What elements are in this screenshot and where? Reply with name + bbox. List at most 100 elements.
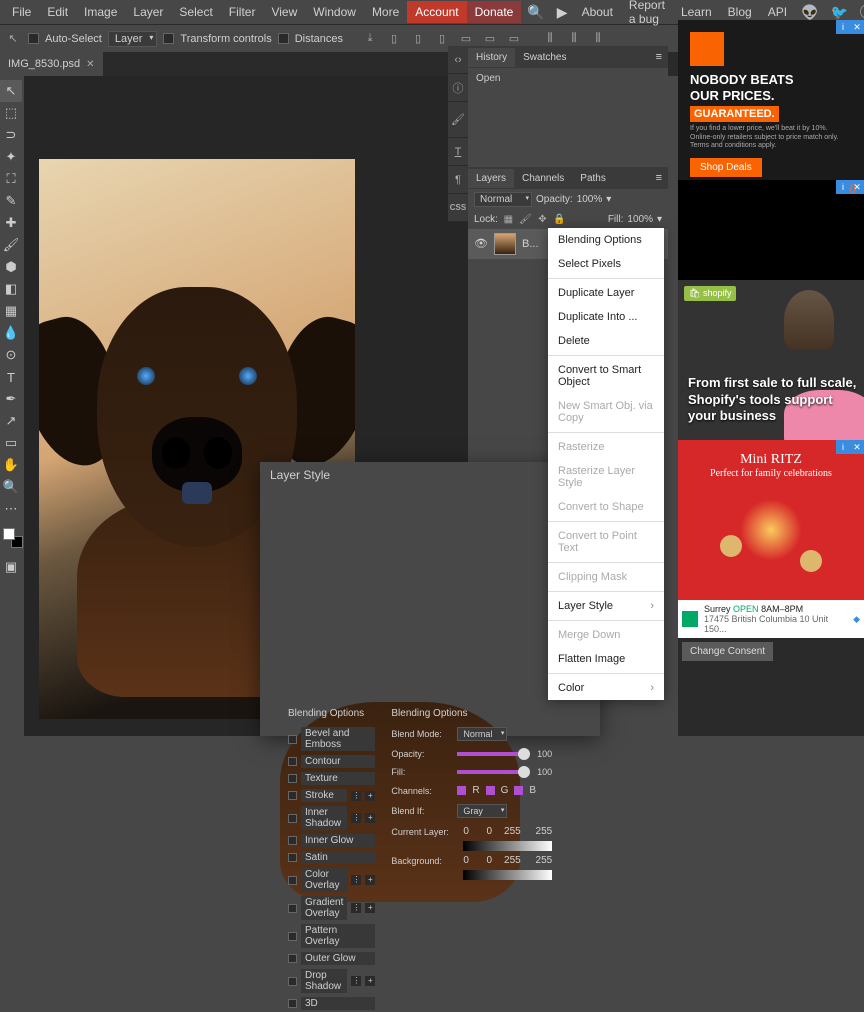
plus-icon[interactable]: + xyxy=(365,976,375,986)
ad-close-icon[interactable]: ✕ xyxy=(850,440,864,454)
layers-tab[interactable]: Layers xyxy=(468,169,514,188)
dodge-tool[interactable]: ⊙ xyxy=(0,344,22,366)
channels-tab[interactable]: Channels xyxy=(514,169,572,188)
align-top-icon[interactable]: ▭ xyxy=(457,30,475,48)
quickmask[interactable]: ▣ xyxy=(0,556,22,578)
menu-about[interactable]: About xyxy=(574,1,621,23)
align-hcenter-icon[interactable]: ▯ xyxy=(409,30,427,48)
panel-menu-icon[interactable]: ≡ xyxy=(650,51,668,63)
add-icon[interactable]: ⋮ xyxy=(351,903,361,913)
style-satin[interactable]: Satin xyxy=(288,849,375,866)
style-checkbox[interactable] xyxy=(288,853,297,862)
plus-icon[interactable]: + xyxy=(365,903,375,913)
ctx-delete[interactable]: Delete xyxy=(548,329,664,353)
history-item[interactable]: Open xyxy=(468,68,668,89)
ctx-flatten[interactable]: Flatten Image xyxy=(548,647,664,671)
style-checkbox[interactable] xyxy=(288,876,297,885)
info-panel-icon[interactable]: ⓘ xyxy=(448,74,468,102)
store-info[interactable]: Surrey OPEN 8AM–8PM 17475 British Columb… xyxy=(678,600,864,638)
autoselect-target[interactable]: Layer xyxy=(108,31,158,47)
opacity-slider[interactable] xyxy=(457,752,524,756)
fill-value[interactable]: 100% xyxy=(627,214,653,225)
lock-pos-icon[interactable]: ✥ xyxy=(536,213,549,226)
ctx-layer-style[interactable]: Layer Style xyxy=(548,594,664,618)
paths-tab[interactable]: Paths xyxy=(572,169,614,188)
align-icon[interactable]: ⤓ xyxy=(361,30,379,48)
menu-window[interactable]: Window xyxy=(305,1,364,23)
style-checkbox[interactable] xyxy=(288,774,297,783)
distribute-h-icon[interactable]: ⫼ xyxy=(541,30,559,48)
stamp-tool[interactable]: ⬢ xyxy=(0,256,22,278)
swatches-tab[interactable]: Swatches xyxy=(515,48,574,67)
ad-shopify[interactable]: 🛍 shopify From first sale to full scale,… xyxy=(678,280,864,440)
opacity-chevron-icon[interactable]: ▾ xyxy=(606,194,611,205)
blur-tool[interactable]: 💧 xyxy=(0,322,22,344)
style-texture[interactable]: Texture xyxy=(288,770,375,787)
character-panel-icon[interactable]: T xyxy=(448,138,468,166)
close-tab-icon[interactable]: ✕ xyxy=(86,59,94,70)
heal-tool[interactable]: ✚ xyxy=(0,212,22,234)
layer-thumbnail[interactable] xyxy=(494,233,516,255)
menu-select[interactable]: Select xyxy=(171,1,220,23)
style-list-header[interactable]: Blending Options xyxy=(288,708,375,719)
lock-trans-icon[interactable]: ▦ xyxy=(502,213,515,226)
path-tool[interactable]: ↗ xyxy=(0,410,22,432)
gradient-tool[interactable]: ▦ xyxy=(0,300,22,322)
menu-donate[interactable]: Donate xyxy=(467,1,522,23)
ad-ritz[interactable]: i✕ Mini RITZ Perfect for family celebrat… xyxy=(678,440,864,600)
wand-tool[interactable]: ✦ xyxy=(0,146,22,168)
menu-account[interactable]: Account xyxy=(407,1,466,23)
style-checkbox[interactable] xyxy=(288,904,297,913)
brush-tool[interactable]: 🖌 xyxy=(0,234,22,256)
blendif-select[interactable]: Gray xyxy=(457,804,507,818)
eyedropper-tool[interactable]: ✎ xyxy=(0,190,22,212)
ctx-select-pixels[interactable]: Select Pixels xyxy=(548,252,664,276)
style-contour[interactable]: Contour xyxy=(288,753,375,770)
distribute-v-icon[interactable]: ⫼ xyxy=(565,30,583,48)
style-gradient-overlay[interactable]: Gradient Overlay⋮+ xyxy=(288,894,375,922)
add-icon[interactable]: ⋮ xyxy=(351,976,361,986)
more-tools[interactable]: ⋯ xyxy=(0,498,22,520)
align-left-icon[interactable]: ▯ xyxy=(385,30,403,48)
style-outer-glow[interactable]: Outer Glow xyxy=(288,950,375,967)
play-icon[interactable]: ▶ xyxy=(551,0,574,25)
style-color-overlay[interactable]: Color Overlay⋮+ xyxy=(288,866,375,894)
style-stroke[interactable]: Stroke⋮+ xyxy=(288,787,375,804)
add-icon[interactable]: ⋮ xyxy=(351,875,361,885)
style-checkbox[interactable] xyxy=(288,999,297,1008)
align-bottom-icon[interactable]: ▭ xyxy=(505,30,523,48)
shop-button[interactable]: Shop Deals xyxy=(690,158,762,177)
style-checkbox[interactable] xyxy=(288,791,297,800)
transform-checkbox[interactable] xyxy=(163,33,174,44)
blend-mode-select[interactable]: Normal xyxy=(474,192,532,207)
menu-filter[interactable]: Filter xyxy=(221,1,264,23)
file-tab[interactable]: IMG_8530.psd ✕ xyxy=(0,52,103,76)
channel-g-check[interactable] xyxy=(486,786,495,795)
plus-icon[interactable]: + xyxy=(365,813,375,823)
blendmode-select[interactable]: Normal xyxy=(457,727,507,741)
css-panel-icon[interactable]: CSS xyxy=(448,194,468,222)
align-vcenter-icon[interactable]: ▭ xyxy=(481,30,499,48)
ad-info-icon[interactable]: i xyxy=(836,20,850,34)
style-checkbox[interactable] xyxy=(288,977,297,986)
add-icon[interactable]: ⋮ xyxy=(351,813,361,823)
color-swatch[interactable] xyxy=(3,528,21,546)
ad-video[interactable]: i✕ {} xyxy=(678,180,864,280)
crop-tool[interactable]: ⛶ xyxy=(0,168,22,190)
style-checkbox[interactable] xyxy=(288,757,297,766)
zoom-tool[interactable]: 🔍 xyxy=(0,476,22,498)
autoselect-checkbox[interactable] xyxy=(28,33,39,44)
panel-handle-icon[interactable]: ‹› xyxy=(448,46,468,74)
menu-view[interactable]: View xyxy=(263,1,305,23)
shape-tool[interactable]: ▭ xyxy=(0,432,22,454)
distances-checkbox[interactable] xyxy=(278,33,289,44)
add-icon[interactable]: ⋮ xyxy=(351,791,361,801)
move-tool[interactable]: ↖ xyxy=(0,80,22,102)
ctx-duplicate-layer[interactable]: Duplicate Layer xyxy=(548,281,664,305)
fill-slider[interactable] xyxy=(457,770,524,774)
menu-file[interactable]: File xyxy=(4,1,39,23)
history-tab[interactable]: History xyxy=(468,48,515,67)
ad-info-icon[interactable]: i xyxy=(836,180,850,194)
style-inner-glow[interactable]: Inner Glow xyxy=(288,832,375,849)
brush-panel-icon[interactable]: 🖌 xyxy=(448,102,468,138)
